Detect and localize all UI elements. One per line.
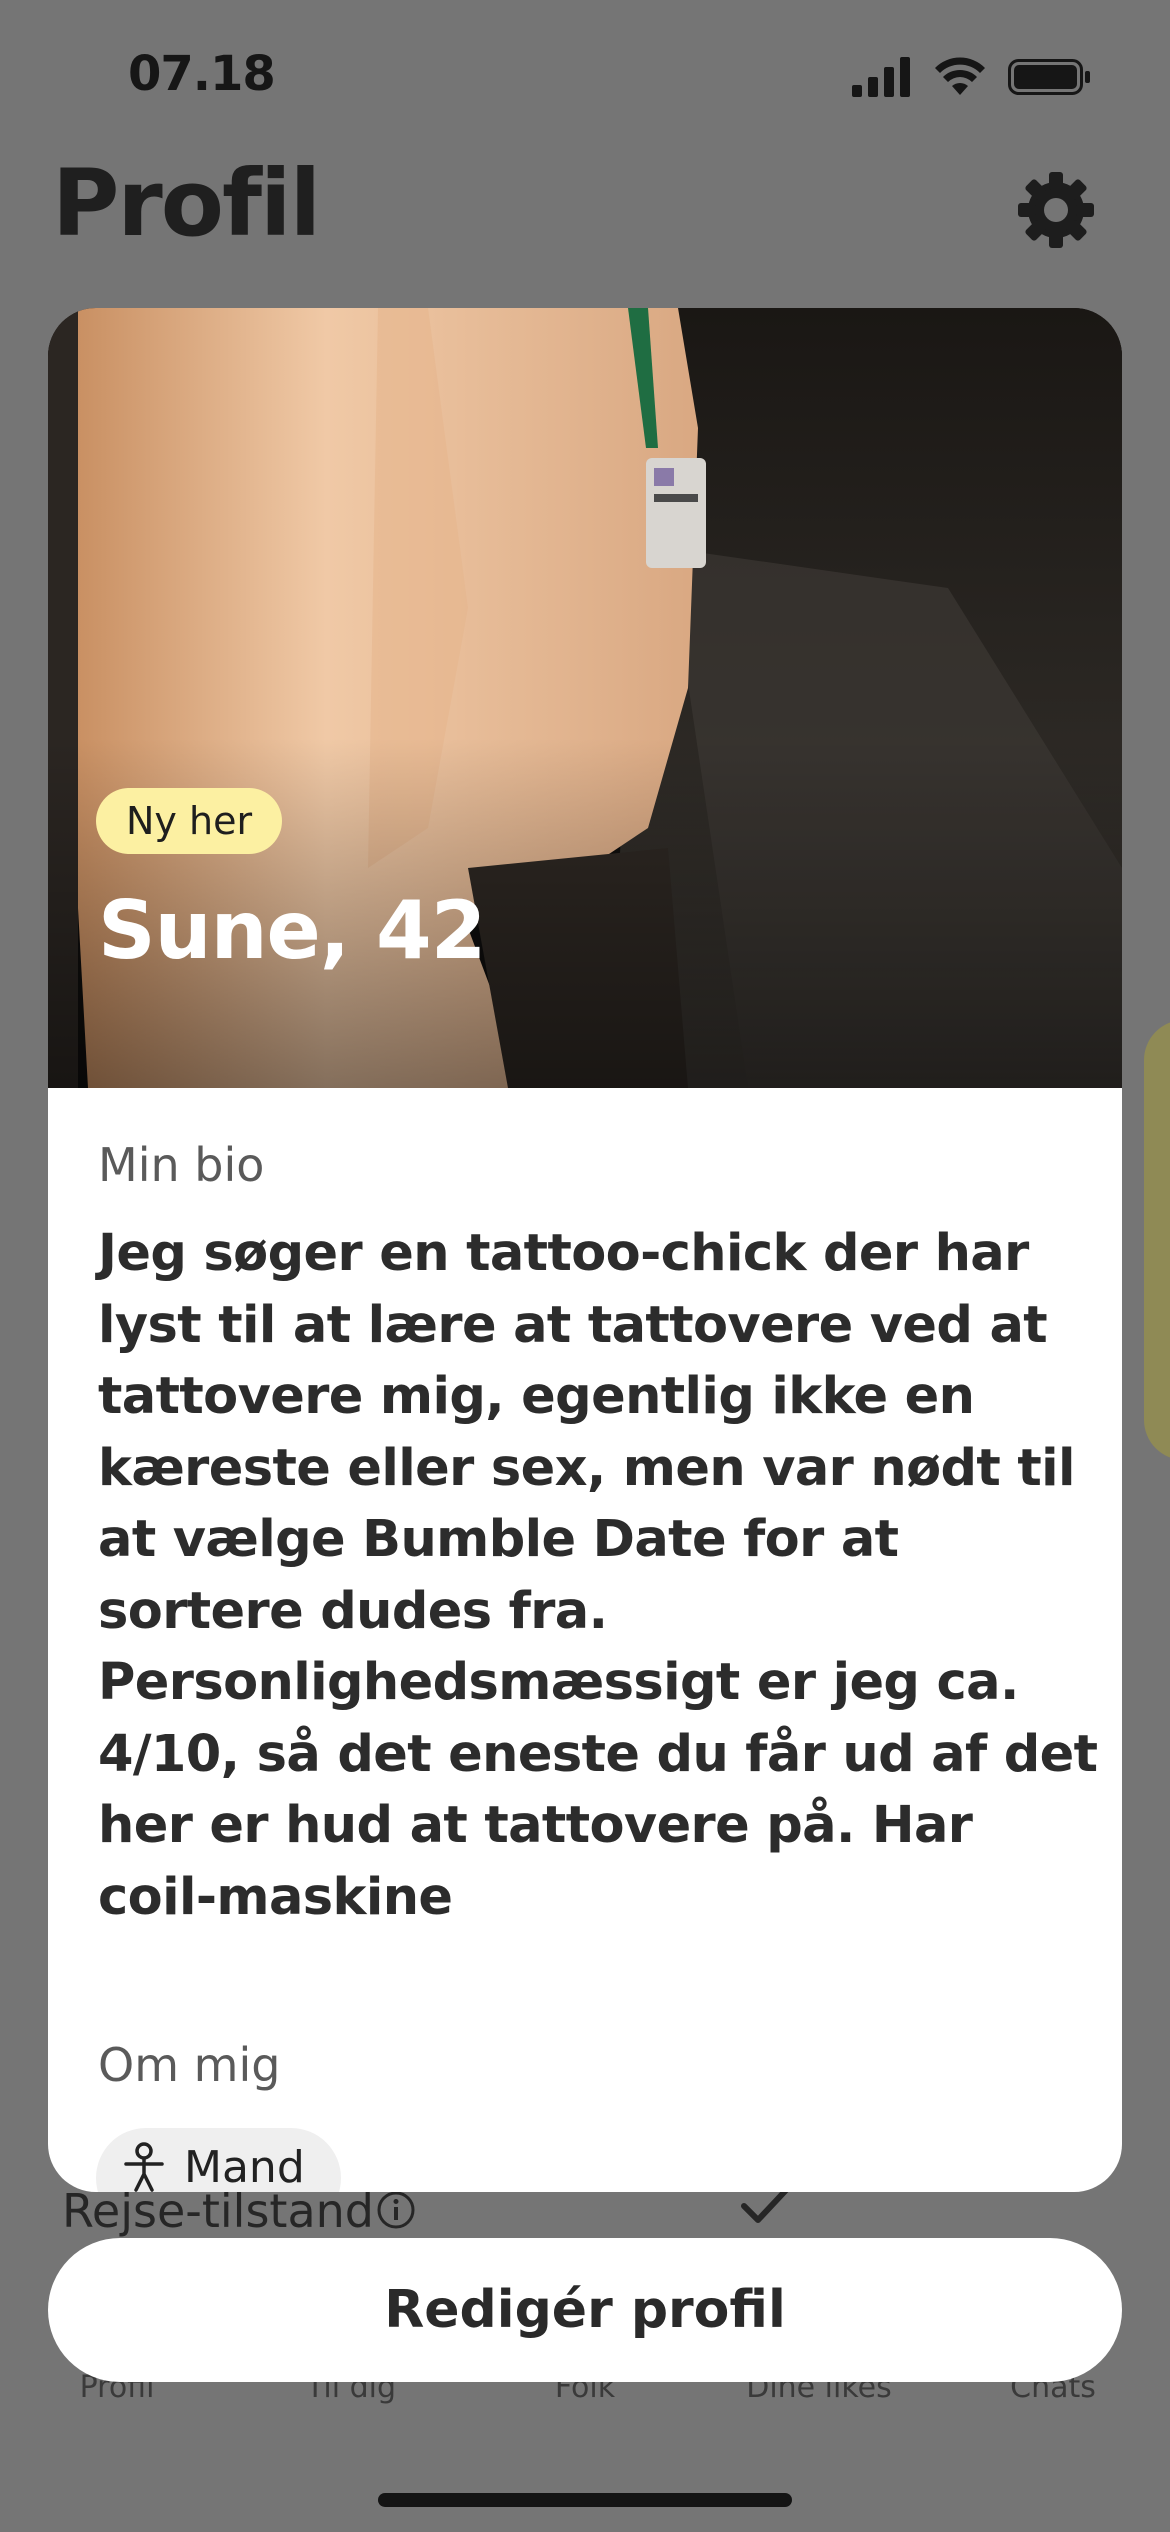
new-here-badge: Ny her <box>96 788 283 854</box>
gender-chip: Mand <box>96 2128 341 2192</box>
profile-card[interactable]: Ny her Sune, 42 Min bio Jeg søger en tat… <box>48 308 1122 2192</box>
person-icon <box>124 2142 164 2192</box>
wifi-icon <box>935 57 985 95</box>
cellular-signal-icon <box>852 57 910 97</box>
status-time: 07.18 <box>128 46 276 102</box>
gender-chip-label: Mand <box>184 2142 305 2192</box>
profile-name-age: Sune, 42 <box>98 884 486 977</box>
home-indicator[interactable] <box>378 2493 792 2507</box>
next-card-peek <box>1144 1020 1170 1460</box>
bio-heading: Min bio <box>98 1138 265 1192</box>
gear-icon[interactable] <box>1016 170 1096 250</box>
status-bar: 07.18 <box>0 0 1170 150</box>
info-icon[interactable] <box>376 2190 416 2230</box>
bio-text: Jeg søger en tattoo-chick der har lyst t… <box>98 1224 1098 1927</box>
status-icons <box>852 52 1092 102</box>
edit-profile-button[interactable]: Redigér profil <box>48 2238 1122 2382</box>
travel-mode-label: Rejse-tilstand <box>62 2184 374 2238</box>
profile-photo: Ny her Sune, 42 <box>48 308 1122 1088</box>
about-heading: Om mig <box>98 2038 281 2092</box>
page-title: Profil <box>52 150 321 257</box>
battery-icon <box>1008 59 1090 95</box>
